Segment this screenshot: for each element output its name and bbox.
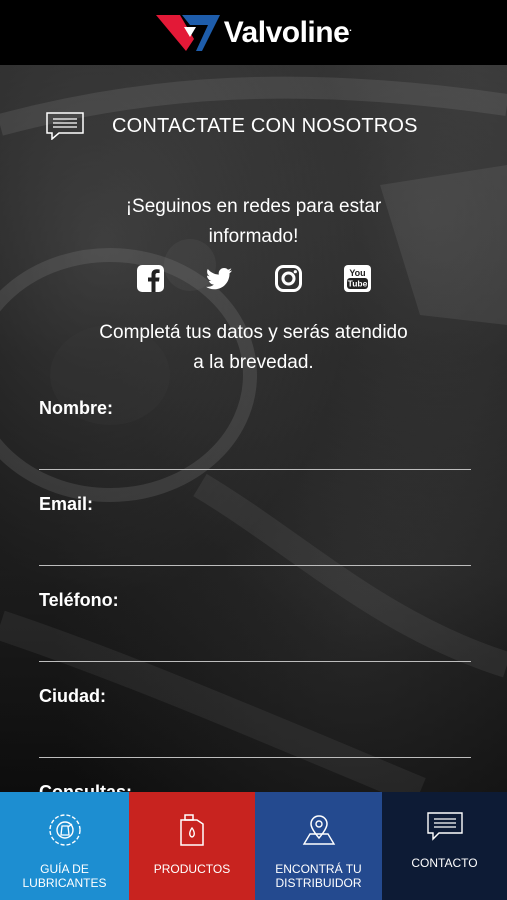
youtube-icon[interactable]: You Tube	[343, 265, 371, 292]
brand-name: Valvoline.	[223, 15, 352, 49]
ciudad-field-group: Ciudad:	[39, 686, 471, 758]
nombre-label: Nombre:	[39, 398, 114, 418]
telefono-field-group: Teléfono:	[39, 590, 471, 662]
nav-item-encontra-distribuidor[interactable]: ENCONTRÁ TU DISTRIBUIDOR	[255, 792, 382, 900]
svg-text:Tube: Tube	[347, 279, 367, 289]
chat-bubble-icon	[426, 812, 463, 841]
ciudad-input[interactable]	[39, 717, 471, 758]
consultas-label: Consultas:	[39, 782, 133, 792]
facebook-icon[interactable]	[136, 265, 164, 292]
contact-panel: CONTACTATE CON NOSOTROS ¡Seguinos en red…	[0, 65, 507, 792]
bottom-navigation: GUÍA DE LUBRICANTES PRODUCTOS ENCONTRÁ T…	[0, 792, 507, 900]
nombre-input[interactable]	[39, 429, 471, 470]
social-icons: You Tube	[0, 265, 507, 292]
consultas-field-group: Consultas:	[39, 782, 471, 792]
valvoline-logo[interactable]: Valvoline.	[155, 14, 352, 51]
nav-label-contacto: CONTACTO	[411, 856, 478, 870]
twitter-icon[interactable]	[205, 265, 233, 292]
nav-item-productos[interactable]: PRODUCTOS	[129, 792, 255, 900]
nav-item-contacto[interactable]: CONTACTO	[382, 792, 507, 900]
nav-label-productos: PRODUCTOS	[153, 862, 231, 876]
oil-can-icon	[180, 814, 204, 846]
map-pin-icon	[302, 815, 335, 845]
telefono-input[interactable]	[39, 621, 471, 662]
valvoline-v-icon	[155, 14, 220, 51]
header-bar: Valvoline.	[0, 0, 507, 65]
nav-label-guia: GUÍA DE LUBRICANTES	[22, 862, 107, 890]
email-label: Email:	[39, 494, 94, 514]
ciudad-label: Ciudad:	[39, 686, 106, 706]
social-message: ¡Seguinos en redes para estar informado!	[125, 196, 382, 247]
form-intro: Completá tus datos y serás atendido a la…	[99, 322, 408, 373]
svg-text:You: You	[349, 268, 365, 278]
nombre-field-group: Nombre:	[39, 398, 471, 470]
contact-heading: CONTACTATE CON NOSOTROS	[46, 112, 418, 140]
nav-item-guia-lubricantes[interactable]: GUÍA DE LUBRICANTES	[0, 792, 129, 900]
chat-bubble-icon	[46, 112, 84, 140]
email-input[interactable]	[39, 525, 471, 566]
nav-label-distribuidor: ENCONTRÁ TU DISTRIBUIDOR	[275, 862, 362, 890]
lubricant-guide-icon	[48, 814, 81, 846]
telefono-label: Teléfono:	[39, 590, 119, 610]
email-field-group: Email:	[39, 494, 471, 566]
instagram-icon[interactable]	[274, 265, 302, 292]
contact-title: CONTACTATE CON NOSOTROS	[112, 114, 418, 137]
